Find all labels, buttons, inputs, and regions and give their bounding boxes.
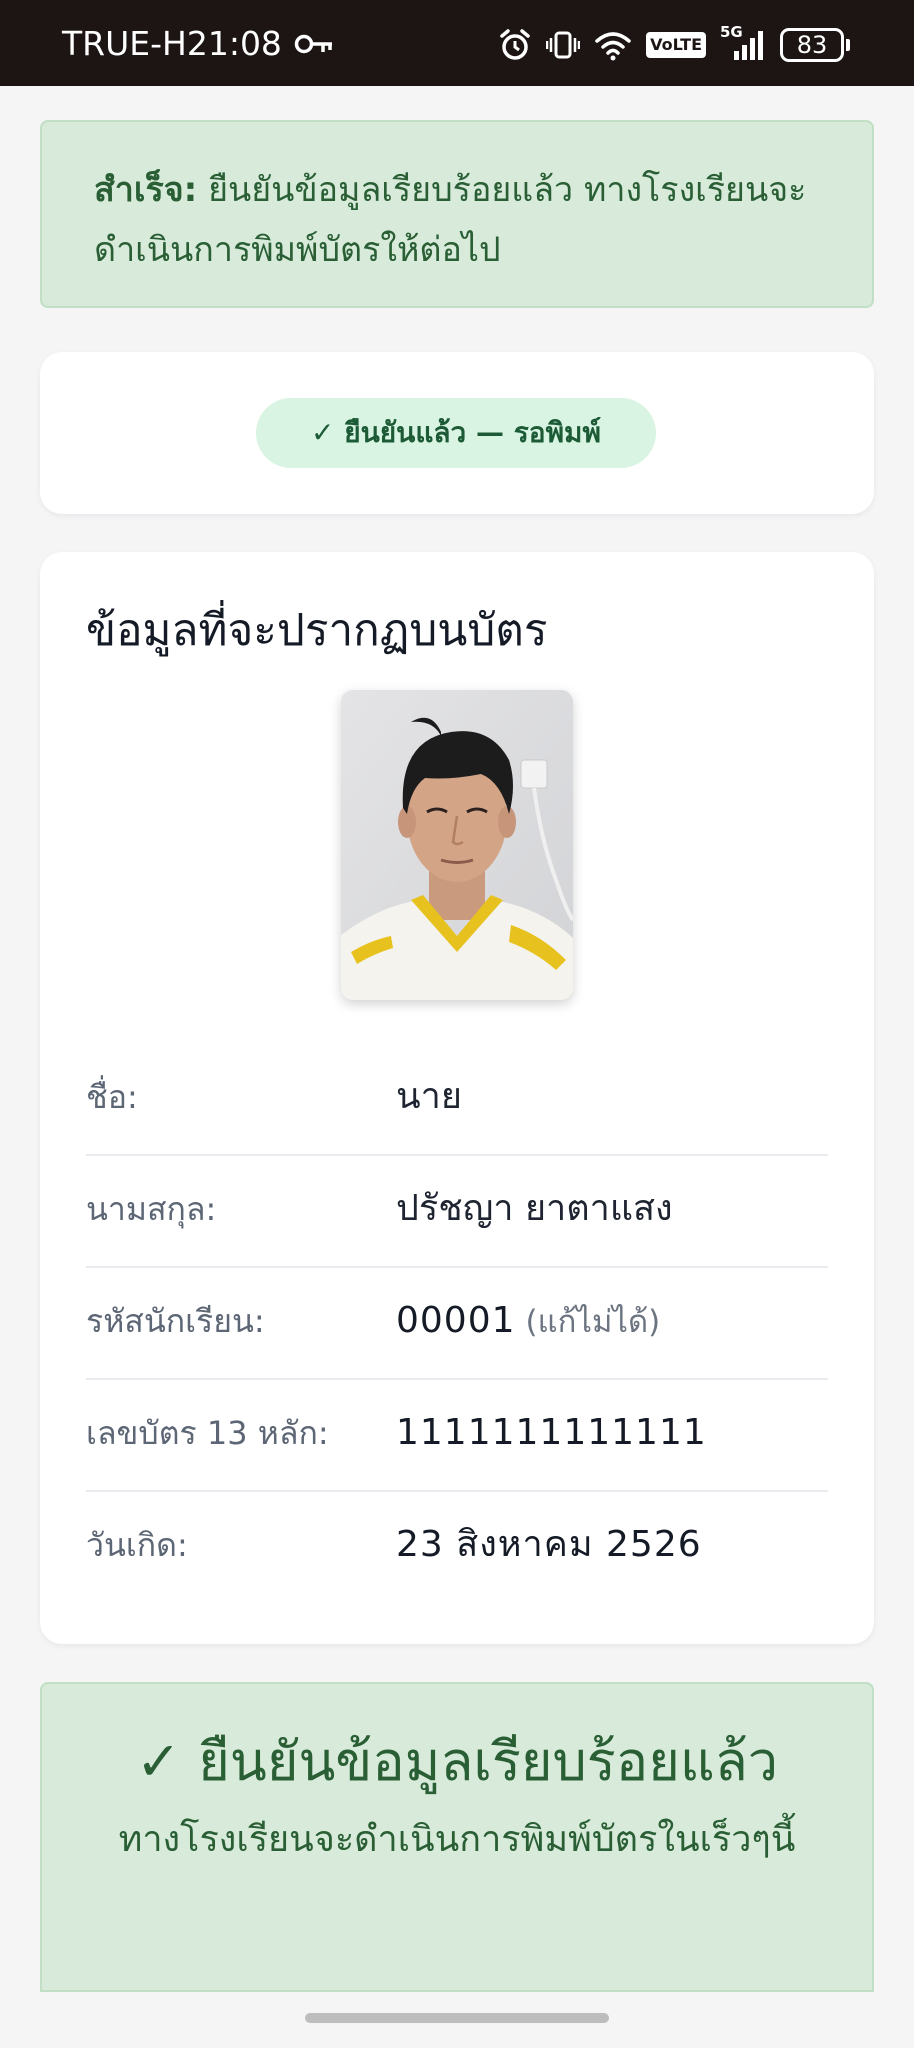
row-first-name: ชื่อ: นาย [86, 1044, 828, 1156]
row-last-name: นามสกุล: ปรัชญา ยาตาแสง [86, 1156, 828, 1268]
status-card: ✓ ยืนยันแล้ว — รอพิมพ์ [40, 352, 874, 514]
student-photo [341, 690, 573, 1000]
status-badge: ✓ ยืนยันแล้ว — รอพิมพ์ [256, 398, 656, 468]
home-indicator[interactable] [305, 2013, 609, 2023]
vibrate-icon [546, 28, 581, 62]
field-label: ชื่อ: [86, 1078, 138, 1116]
row-birth-date: วันเกิด: 23 สิงหาคม 2526 [86, 1492, 828, 1604]
success-alert: สำเร็จ: ยืนยันข้อมูลเรียบร้อยแล้ว ทางโรง… [40, 120, 874, 308]
battery-level: 83 [780, 28, 844, 62]
card-info: ข้อมูลที่จะปรากฏบนบัตร ชื่อ: นาย นามสกุล… [40, 552, 874, 1644]
status-left: TRUE-H 21:08 [62, 22, 334, 66]
field-value: 23 สิงหาคม 2526 [396, 1524, 702, 1565]
field-value: 00001 [396, 1300, 516, 1341]
field-label: นามสกุล: [86, 1190, 217, 1228]
field-label: รหัสนักเรียน: [86, 1302, 265, 1340]
field-value: ปรัชญา ยาตาแสง [396, 1188, 673, 1229]
status-bar: TRUE-H 21:08 VoLTE 5G 83 [0, 0, 914, 86]
card-title: ข้อมูลที่จะปรากฏบนบัตร [86, 605, 548, 656]
network-type: 5G [720, 23, 743, 41]
field-value-wrap: 00001 (แก้ไม่ได้) [396, 1268, 660, 1375]
field-value: นาย [396, 1076, 462, 1117]
alert-prefix: สำเร็จ: [94, 170, 198, 210]
status-right: VoLTE 5G 83 [498, 23, 850, 66]
carrier-label: TRUE-H [62, 24, 187, 63]
alarm-icon [498, 28, 532, 62]
field-note: (แก้ไม่ได้) [525, 1304, 661, 1340]
confirmation-panel: ✓ ยืนยันข้อมูลเรียบร้อยแล้ว ทางโรงเรียนจ… [40, 1682, 874, 1992]
battery-icon: 83 [780, 28, 850, 62]
clock: 21:08 [186, 24, 282, 63]
volte-icon: VoLTE [646, 32, 706, 58]
row-id-card-number: เลขบัตร 13 หลัก: 1111111111111 [86, 1380, 828, 1492]
signal-icon: 5G [720, 23, 766, 61]
info-list: ชื่อ: นาย นามสกุล: ปรัชญา ยาตาแสง รหัสนั… [86, 1044, 828, 1604]
field-value: 1111111111111 [396, 1412, 707, 1453]
confirmation-heading: ✓ ยืนยันข้อมูลเรียบร้อยแล้ว [135, 1730, 779, 1793]
field-label: เลขบัตร 13 หลัก: [86, 1414, 329, 1452]
row-student-id: รหัสนักเรียน: 00001 (แก้ไม่ได้) [86, 1268, 828, 1380]
key-icon [294, 33, 334, 55]
alert-message: ยืนยันข้อมูลเรียบร้อยแล้ว ทางโรงเรียนจะด… [94, 170, 807, 270]
wifi-icon [594, 29, 632, 61]
confirmation-text: ทางโรงเรียนจะดำเนินการพิมพ์บัตรในเร็วๆนี… [118, 1819, 796, 1860]
field-label: วันเกิด: [86, 1526, 188, 1564]
